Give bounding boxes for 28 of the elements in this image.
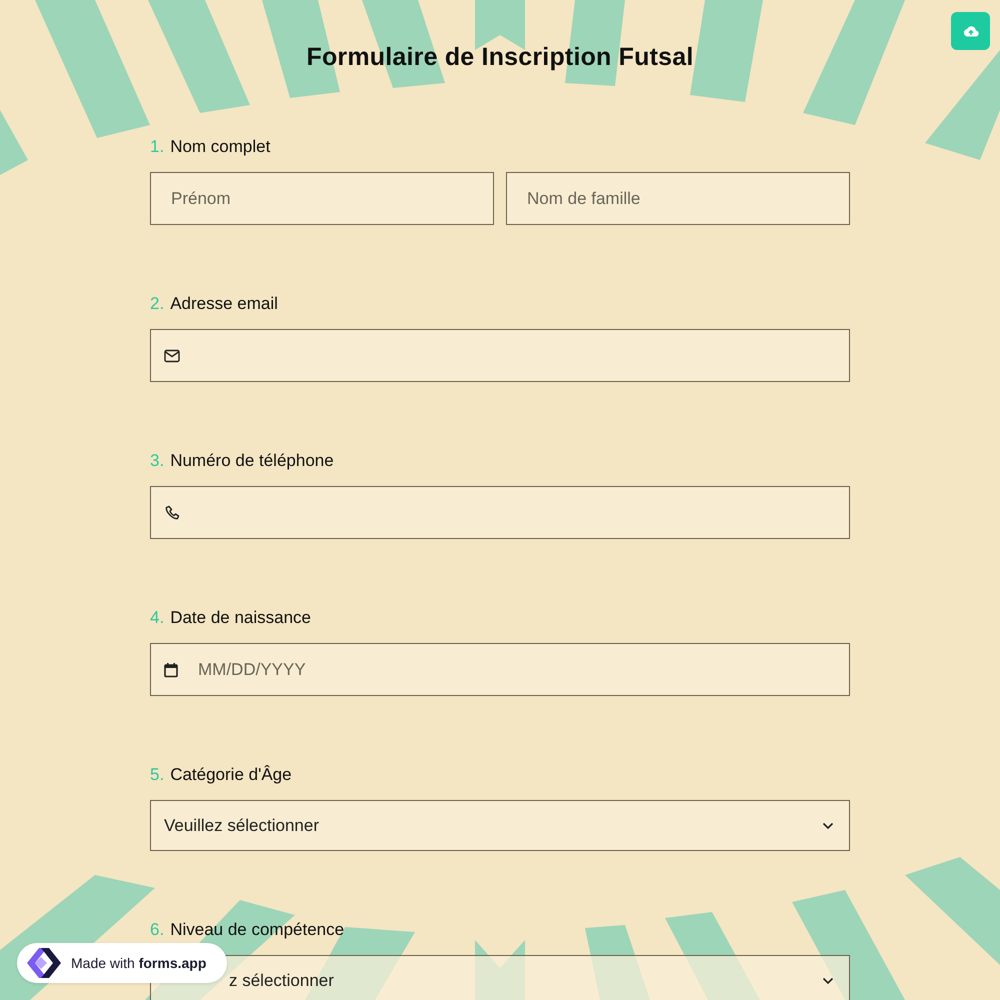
select-value: Veuillez sélectionner [164,816,319,836]
phone-icon [164,504,180,520]
text-field[interactable]: Prénom [150,172,494,225]
question-number: 2. [150,293,164,315]
made-with-badge[interactable]: Made with forms.app [17,943,227,983]
select-dropdown[interactable]: Veuillez sélectionner [150,800,850,851]
chevron-down-icon [822,976,834,984]
cloud-upload-icon [962,25,978,37]
question-label: Nom complet [170,136,270,158]
question-label: Catégorie d'Âge [170,764,292,786]
question-label: Adresse email [170,293,278,315]
calendar-icon [164,662,178,677]
question-label: Date de naissance [170,607,312,629]
question-number: 4. [150,607,164,629]
select-value: z sélectionner [229,970,334,990]
date-field[interactable]: MM/DD/YYYY [150,643,850,696]
question-number: 6. [150,919,164,941]
chevron-down-icon [822,822,834,830]
email-field[interactable] [150,329,850,382]
envelope-icon [164,349,180,362]
text-field[interactable]: Nom de famille [506,172,850,225]
phone-field[interactable] [150,486,850,539]
question-number: 1. [150,136,164,158]
question-label: Niveau de compétence [170,919,344,941]
question-number: 3. [150,450,164,472]
question-number: 5. [150,764,164,786]
question-label: Numéro de téléphone [170,450,334,472]
form-title: Formulaire de Inscription Futsal [305,42,694,73]
